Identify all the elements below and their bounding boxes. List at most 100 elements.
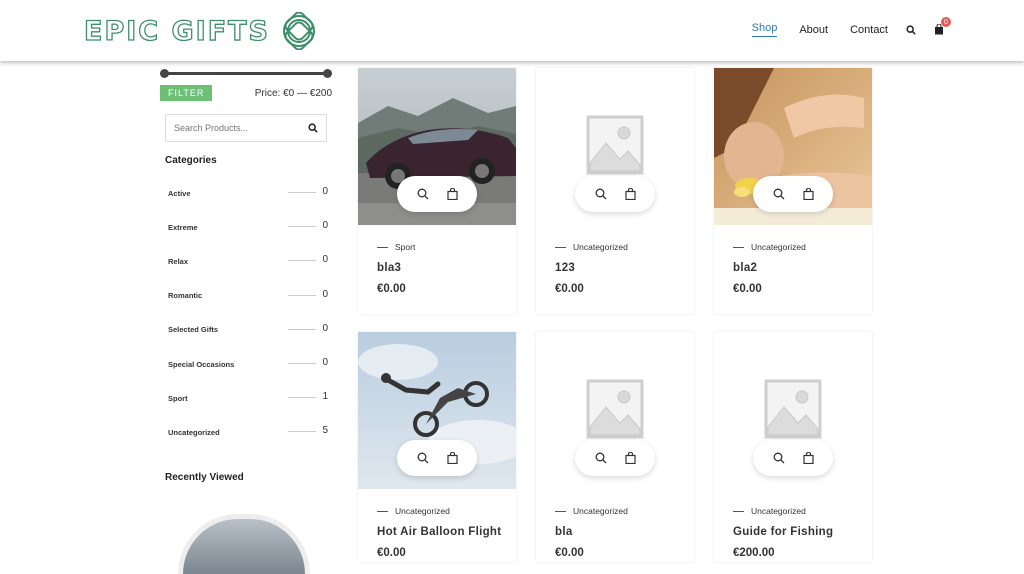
logo-text: EPIC GIFTS [83, 15, 271, 47]
cart-icon[interactable]: 0 [934, 17, 951, 35]
product-title[interactable]: bla2 [733, 262, 872, 274]
category-count: 1 [322, 391, 328, 403]
product-image-placeholder[interactable] [714, 332, 872, 489]
product-category-label[interactable]: Uncategorized [573, 506, 628, 516]
slider-min-handle[interactable] [160, 69, 169, 78]
category-item[interactable]: Selected Gifts 0 [168, 313, 332, 347]
category-item[interactable]: Sport 1 [168, 381, 332, 415]
category-divider [288, 397, 316, 399]
product-card[interactable]: Uncategorized Hot Air Balloon Flight €0.… [358, 332, 516, 562]
category-list: Active 0 Extreme 0 Relax 0 Romantic 0 Select… [160, 176, 332, 450]
price-range-label: Price: €0 — €200 [254, 87, 332, 99]
add-to-cart-icon[interactable] [446, 188, 458, 200]
add-to-cart-icon[interactable] [802, 452, 814, 464]
category-item[interactable]: Extreme 0 [168, 210, 332, 244]
product-price: €0.00 [377, 283, 406, 295]
quick-view-icon[interactable] [417, 188, 429, 200]
product-card[interactable]: Uncategorized bla €0.00 [536, 332, 694, 562]
product-title[interactable]: bla3 [377, 262, 516, 274]
filter-row: FILTER Price: €0 — €200 [160, 85, 332, 101]
slider-track [163, 72, 329, 75]
product-meta: Uncategorized Guide for Fishing €200.00 [714, 489, 872, 559]
quick-view-icon[interactable] [417, 452, 429, 464]
category-count: 0 [322, 254, 328, 266]
nav-about[interactable]: About [799, 24, 828, 36]
product-category-label[interactable]: Uncategorized [751, 242, 806, 252]
product-image[interactable] [358, 68, 516, 225]
product-category[interactable]: Uncategorized [555, 506, 694, 516]
product-image[interactable] [358, 332, 516, 489]
product-title[interactable]: 123 [555, 262, 694, 274]
main-nav: Shop About Contact 0 [730, 17, 951, 37]
category-count: 0 [322, 186, 328, 197]
add-to-cart-icon[interactable] [624, 452, 636, 464]
recently-viewed-thumbnail[interactable] [178, 514, 310, 574]
product-image-placeholder[interactable] [536, 68, 694, 225]
category-count: 0 [322, 356, 328, 368]
nav-shop[interactable]: Shop [751, 22, 778, 37]
product-actions [397, 176, 477, 212]
product-image[interactable] [714, 68, 872, 225]
filter-button[interactable]: FILTER [160, 85, 213, 101]
slider-max-handle[interactable] [323, 69, 332, 78]
category-dash [733, 246, 744, 248]
product-meta: Uncategorized Hot Air Balloon Flight €0.… [358, 489, 516, 559]
product-category[interactable]: Uncategorized [733, 242, 872, 252]
product-title[interactable]: Hot Air Balloon Flight [377, 526, 516, 538]
category-divider [288, 260, 316, 262]
site-logo[interactable]: EPIC GIFTS [83, 12, 318, 50]
product-meta: Sport bla3 €0.00 [358, 225, 516, 295]
product-category[interactable]: Uncategorized [377, 506, 516, 516]
image-placeholder-icon [764, 379, 822, 438]
product-category-label[interactable]: Uncategorized [395, 506, 450, 516]
nav-contact[interactable]: Contact [850, 24, 888, 36]
search-icon[interactable] [906, 24, 916, 35]
product-actions [575, 176, 655, 212]
search-icon[interactable] [308, 123, 318, 133]
product-meta: Uncategorized bla €0.00 [536, 489, 694, 559]
product-image-placeholder[interactable] [536, 332, 694, 489]
product-title[interactable]: Guide for Fishing [733, 526, 872, 538]
product-category-label[interactable]: Sport [395, 242, 415, 252]
category-dash [377, 246, 388, 248]
category-item[interactable]: Active 0 [168, 176, 332, 210]
category-count: 5 [322, 425, 328, 437]
add-to-cart-icon[interactable] [624, 188, 636, 200]
product-actions [753, 440, 833, 476]
category-item[interactable]: Relax 0 [168, 244, 332, 278]
product-price: €0.00 [555, 283, 584, 295]
category-item[interactable]: Romantic 0 [168, 279, 332, 313]
product-search-input[interactable] [174, 123, 294, 133]
quick-view-icon[interactable] [595, 188, 607, 200]
category-name: Extreme [168, 222, 198, 232]
add-to-cart-icon[interactable] [446, 452, 458, 464]
product-category-label[interactable]: Uncategorized [751, 506, 806, 516]
category-divider [288, 192, 316, 193]
quick-view-icon[interactable] [773, 188, 785, 200]
product-card[interactable]: Sport bla3 €0.00 [358, 68, 516, 314]
image-placeholder-icon [586, 115, 644, 174]
category-name: Special Occasions [168, 359, 235, 369]
product-category[interactable]: Sport [377, 242, 516, 252]
product-card[interactable]: Uncategorized Guide for Fishing €200.00 [714, 332, 872, 562]
category-item[interactable]: Special Occasions 0 [168, 347, 332, 381]
product-category[interactable]: Uncategorized [555, 242, 694, 252]
product-price: €0.00 [377, 547, 406, 559]
image-placeholder-icon [586, 379, 644, 438]
category-item[interactable]: Uncategorized 5 [168, 415, 332, 449]
product-card[interactable]: Uncategorized bla2 €0.00 [714, 68, 872, 314]
product-category-label[interactable]: Uncategorized [573, 242, 628, 252]
quick-view-icon[interactable] [773, 452, 785, 464]
site-header: EPIC GIFTS Shop About Contact 0 [0, 0, 1024, 61]
add-to-cart-icon[interactable] [802, 188, 814, 200]
category-name: Selected Gifts [168, 325, 219, 335]
quick-view-icon[interactable] [595, 452, 607, 464]
price-range-slider[interactable] [160, 66, 332, 80]
category-name: Uncategorized [168, 427, 220, 437]
product-title[interactable]: bla [555, 526, 694, 538]
category-dash [555, 510, 566, 512]
shop-sidebar: FILTER Price: €0 — €200 Categories Activ… [160, 66, 332, 574]
product-category[interactable]: Uncategorized [733, 506, 872, 516]
product-card[interactable]: Uncategorized 123 €0.00 [536, 68, 694, 314]
categories-title: Categories [165, 155, 217, 166]
